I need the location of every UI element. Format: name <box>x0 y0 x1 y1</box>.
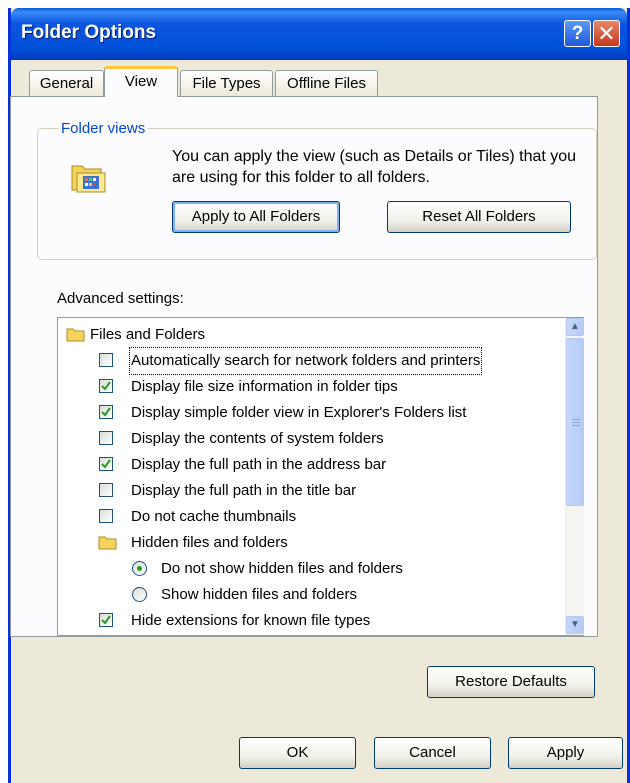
list-item-label: Files and Folders <box>90 326 206 343</box>
scroll-thumb[interactable] <box>566 338 584 506</box>
scroll-down-button[interactable]: ▼ <box>566 616 584 634</box>
tab-offline-files[interactable]: Offline Files <box>275 70 378 97</box>
checkmark-icon <box>101 459 111 469</box>
restore-defaults-button[interactable]: Restore Defaults <box>427 666 595 698</box>
reset-all-folders-button[interactable]: Reset All Folders <box>387 201 571 233</box>
list-item-label: Do not cache thumbnails <box>131 508 297 525</box>
cancel-button[interactable]: Cancel <box>374 737 491 769</box>
apply-button[interactable]: Apply <box>508 737 623 769</box>
checkbox[interactable] <box>99 483 113 497</box>
advanced-settings-label: Advanced settings: <box>57 290 184 307</box>
folder-views-icon <box>71 165 106 193</box>
checkbox[interactable] <box>99 431 113 445</box>
checkbox[interactable] <box>99 405 113 419</box>
list-item-label: Automatically search for network folders… <box>128 347 483 375</box>
grip-line <box>572 422 580 423</box>
radio-button[interactable] <box>132 587 147 602</box>
tab-general[interactable]: General <box>29 70 104 97</box>
checkbox[interactable] <box>99 379 113 393</box>
list-item-label: Hidden files and folders <box>131 534 288 551</box>
list-item-label: Do not show hidden files and folders <box>161 560 403 577</box>
checkmark-icon <box>101 407 111 417</box>
checkbox[interactable] <box>99 613 113 627</box>
checkmark-icon <box>101 381 111 391</box>
checkbox[interactable] <box>99 457 113 471</box>
ok-button[interactable]: OK <box>239 737 356 769</box>
folder-icon <box>66 328 85 342</box>
tab-file-types[interactable]: File Types <box>180 70 273 97</box>
list-scrollbar[interactable]: ▲ ▼ <box>565 318 584 635</box>
list-item-label: Display file size information in folder … <box>131 378 398 395</box>
grip-line <box>572 425 580 426</box>
folder-views-legend: Folder views <box>58 120 149 137</box>
checkbox[interactable] <box>99 353 113 367</box>
list-item-label: Hide extensions for known file types <box>131 612 371 629</box>
advanced-settings-list[interactable]: Files and Folders Automatically search f… <box>57 317 584 636</box>
scroll-up-button[interactable]: ▲ <box>566 318 584 336</box>
list-item-label: Display the full path in the address bar <box>131 456 387 473</box>
close-button[interactable]: ✕ <box>593 20 620 47</box>
radio-button[interactable] <box>132 561 147 576</box>
checkbox[interactable] <box>99 509 113 523</box>
list-item-label: Display the full path in the title bar <box>131 482 357 499</box>
radio-dot-icon <box>137 566 142 571</box>
window-title: Folder Options <box>21 22 157 43</box>
apply-to-all-folders-button[interactable]: Apply to All Folders <box>172 201 340 233</box>
title-bar[interactable]: Folder Options ? ✕ <box>11 8 627 60</box>
tab-view[interactable]: View <box>104 66 178 97</box>
list-item-label: Display the contents of system folders <box>131 430 384 447</box>
checkmark-icon <box>101 615 111 625</box>
help-button[interactable]: ? <box>564 20 591 47</box>
list-item-label: Show hidden files and folders <box>161 586 357 603</box>
folder-icon <box>98 536 117 550</box>
list-item-label: Display simple folder view in Explorer's… <box>131 404 467 421</box>
grip-line <box>572 419 580 420</box>
folder-views-description: You can apply the view (such as Details … <box>172 148 577 186</box>
